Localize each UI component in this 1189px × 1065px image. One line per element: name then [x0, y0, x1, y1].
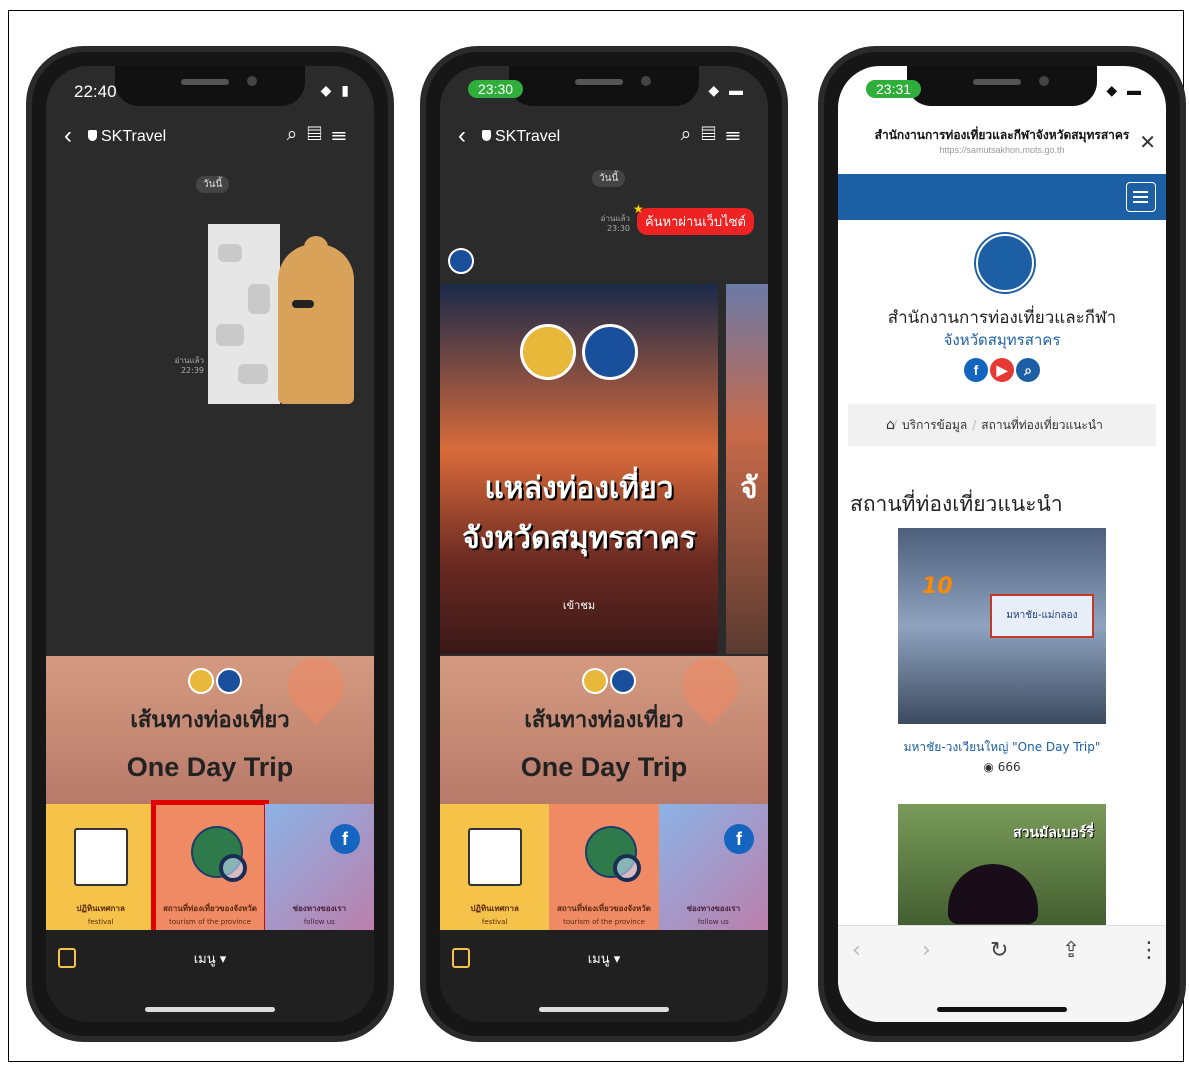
home-indicator	[145, 1007, 275, 1012]
rich-menu: เส้นทางท่องเที่ยว One Day Trip ปฏิทินเทศ…	[46, 646, 374, 956]
calendar-icon	[74, 828, 128, 886]
breadcrumb-item[interactable]: บริการข้อมูล	[902, 418, 967, 432]
status-time: 23:30	[468, 80, 524, 98]
browser-toolbar: ‹ › ↻ ⇪ ⋮	[838, 925, 1166, 1022]
province-logos	[582, 668, 638, 698]
reload-icon[interactable]: ↻	[990, 938, 1008, 963]
notes-icon[interactable]: ▤	[701, 124, 725, 145]
province-seal-logo	[976, 234, 1034, 292]
search-icon[interactable]: ⌕	[287, 124, 308, 145]
breadcrumb: ⌂ / บริการข้อมูล / สถานที่ท่องเที่ยวแนะนำ	[848, 404, 1156, 446]
photo-overlay-text: สวนมัลเบอร์รี่	[1013, 825, 1094, 841]
chat-bottom-bar: เมนู ▾	[46, 930, 374, 1022]
read-receipt: อ่านแล้ว 22:39	[174, 356, 204, 375]
browser-forward-icon[interactable]: ›	[922, 938, 931, 963]
phone-1-screen: 22:40 ◆ ▮ ‹ SKTravel ⌕▤☰ วันนี้ อ่านแล้ว…	[46, 66, 374, 1022]
section-heading: สถานที่ท่องเที่ยวแนะนำ	[850, 492, 1063, 516]
org-name: สำนักงานการท่องเที่ยวและกีฬา	[887, 308, 1117, 328]
phone-2-screen: 23:30 ◆ ▬ ‹ SKTravel ⌕▤☰ วันนี้ อ่านแล้ว…	[440, 66, 768, 1022]
youtube-icon[interactable]: ▶	[990, 358, 1014, 382]
status-bar: 22:40 ◆ ▮	[68, 80, 352, 104]
magnifier-icon	[613, 854, 642, 882]
bot-avatar[interactable]	[448, 248, 474, 274]
phone-3: 23:31 ◆ ▬ สำนักงานการท่องเที่ยวและกีฬาจั…	[818, 46, 1186, 1042]
status-bar: 23:31 ◆ ▬	[860, 80, 1144, 104]
rich-menu-title: เส้นทางท่องเที่ยว	[524, 707, 684, 733]
phone-1: 22:40 ◆ ▮ ‹ SKTravel ⌕▤☰ วันนี้ อ่านแล้ว…	[26, 46, 394, 1042]
browser-url[interactable]: https://samutsakhon.mots.go.th	[838, 145, 1166, 155]
facebook-icon: f	[723, 824, 754, 854]
attraction-caption[interactable]: มหาชัย-วงเวียนใหญ่ "One Day Trip"	[838, 738, 1166, 757]
close-icon[interactable]: ✕	[1139, 130, 1156, 155]
search-icon[interactable]: ⌕	[681, 124, 702, 145]
browser-page-title: สำนักงานการท่องเที่ยวและกีฬาจังหวัดสมุทร…	[874, 128, 1130, 142]
attraction-photo-2[interactable]: สวนมัลเบอร์รี่	[898, 804, 1106, 934]
breadcrumb-current: สถานที่ท่องเที่ยวแนะนำ	[981, 418, 1103, 432]
back-icon[interactable]: ‹	[458, 122, 466, 150]
chat-tools: ⌕▤☰	[681, 124, 750, 146]
attraction-photo-1[interactable]: 10 มหาชัย-แม่กลอง	[898, 528, 1106, 724]
province-logos	[520, 324, 644, 384]
phone-2: 23:30 ◆ ▬ ‹ SKTravel ⌕▤☰ วันนี้ อ่านแล้ว…	[420, 46, 788, 1042]
home-indicator	[937, 1007, 1067, 1012]
chat-header: ‹ SKTravel ⌕▤☰	[440, 120, 768, 160]
mulberry-image	[948, 864, 1038, 924]
station-sign: มหาชัย-แม่กลอง	[990, 594, 1094, 638]
photo-badge: 10	[922, 574, 953, 599]
bear-sticker[interactable]	[208, 224, 358, 404]
rich-menu: เส้นทางท่องเที่ยว One Day Trip ปฏิทินเทศ…	[440, 646, 768, 956]
status-time: 22:40	[74, 82, 117, 101]
day-label: วันนี้	[592, 170, 626, 187]
eye-icon: ◉	[983, 760, 998, 774]
social-links: f ▶ ⌕	[838, 358, 1166, 382]
browser-back-icon[interactable]: ‹	[852, 938, 861, 963]
carousel-next-card[interactable]: จั	[726, 284, 768, 654]
facebook-icon[interactable]: f	[964, 358, 988, 382]
share-icon[interactable]: ⇪	[1062, 938, 1080, 963]
hamburger-icon[interactable]	[1126, 182, 1156, 212]
rich-menu-banner[interactable]: เส้นทางท่องเที่ยว One Day Trip	[440, 646, 768, 804]
wifi-battery-icon: ◆ ▮	[320, 82, 352, 98]
rich-menu-subtitle: One Day Trip	[520, 752, 688, 782]
menu-icon[interactable]: ☰	[726, 124, 750, 145]
chat-title: SKTravel	[482, 128, 560, 146]
menu-toggle[interactable]: เมนู ▾	[440, 948, 768, 969]
day-label: วันนี้	[196, 176, 230, 193]
carousel-card[interactable]: แหล่งท่องเที่ยว จังหวัดสมุทรสาคร เข้าชม	[440, 284, 718, 654]
shield-icon	[88, 130, 97, 141]
wifi-battery-icon: ◆ ▬	[708, 82, 746, 98]
status-bar: 23:30 ◆ ▬	[462, 80, 746, 104]
more-icon[interactable]: ⋮	[1138, 938, 1160, 963]
status-time: 23:31	[866, 80, 922, 98]
home-indicator	[539, 1007, 669, 1012]
star-icon: ★	[632, 202, 644, 216]
search-website-button[interactable]: ★ ค้นหาผ่านเว็บไซต์	[633, 202, 754, 235]
phone-3-screen: 23:31 ◆ ▬ สำนักงานการท่องเที่ยวและกีฬาจั…	[838, 66, 1166, 1022]
back-icon[interactable]: ‹	[64, 122, 72, 150]
notes-icon[interactable]: ▤	[307, 124, 331, 145]
menu-icon[interactable]: ☰	[332, 124, 356, 145]
rich-menu-title: เส้นทางท่องเที่ยว	[130, 707, 290, 733]
menu-toggle[interactable]: เมนู ▾	[46, 948, 374, 969]
facebook-icon: f	[329, 824, 360, 854]
search-icon[interactable]: ⌕	[1016, 358, 1040, 382]
shield-icon	[482, 130, 491, 141]
rich-menu-banner[interactable]: เส้นทางท่องเที่ยว One Day Trip	[46, 646, 374, 804]
wifi-battery-icon: ◆ ▬	[1106, 82, 1144, 98]
browser-header: สำนักงานการท่องเที่ยวและกีฬาจังหวัดสมุทร…	[838, 122, 1166, 166]
chat-bottom-bar: เมนู ▾	[440, 930, 768, 1022]
card-view-button[interactable]: เข้าชม	[440, 596, 718, 614]
card-title: แหล่งท่องเที่ยว จังหวัดสมุทรสาคร	[462, 471, 696, 556]
chat-title: SKTravel	[88, 128, 166, 146]
view-count: ◉ 666	[983, 760, 1021, 774]
province-logos	[188, 668, 244, 698]
site-navbar	[838, 174, 1166, 220]
org-province: จังหวัดสมุทรสาคร	[943, 331, 1061, 349]
chat-tools: ⌕▤☰	[287, 124, 356, 146]
chat-header: ‹ SKTravel ⌕▤☰	[46, 120, 374, 160]
rich-menu-subtitle: One Day Trip	[126, 752, 294, 782]
home-icon[interactable]: ⌂	[886, 404, 895, 446]
read-receipt: อ่านแล้ว 23:30	[600, 214, 630, 233]
calendar-icon	[468, 828, 522, 886]
